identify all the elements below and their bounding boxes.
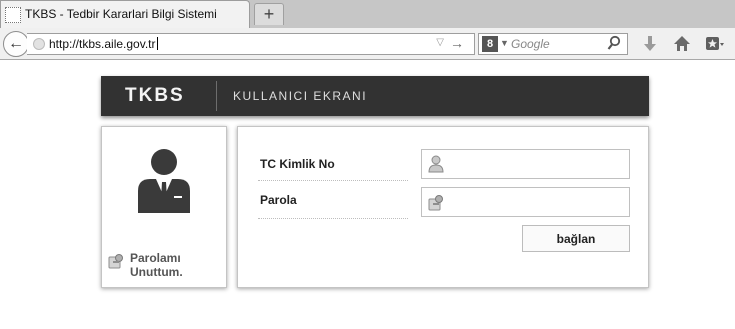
- globe-icon: [33, 38, 45, 50]
- key-icon: [428, 195, 443, 211]
- search-engine-icon[interactable]: 8: [482, 36, 498, 52]
- tc-row: TC Kimlik No: [258, 145, 408, 181]
- tc-kimlik-input[interactable]: [421, 149, 630, 179]
- screen-title: KULLANICI EKRANI: [233, 89, 368, 103]
- history-dropdown-icon[interactable]: ▽: [436, 37, 444, 48]
- go-arrow-icon[interactable]: →: [450, 35, 464, 51]
- browser-tabstrip: TKBS - Tedbir Kararlari Bilgi Sistemi +: [0, 0, 735, 29]
- password-label: Parola: [260, 193, 297, 207]
- new-tab-button[interactable]: +: [254, 3, 284, 25]
- browser-tab[interactable]: TKBS - Tedbir Kararlari Bilgi Sistemi: [0, 0, 250, 29]
- page-favicon-icon: [5, 7, 21, 23]
- tab-title: TKBS - Tedbir Kararlari Bilgi Sistemi: [25, 7, 217, 21]
- tc-kimlik-label: TC Kimlik No: [260, 157, 335, 171]
- password-row: Parola: [258, 183, 408, 219]
- back-arrow-icon: ←: [8, 35, 24, 52]
- forgot-password-text[interactable]: Parolamı Unuttum.: [130, 251, 210, 279]
- brand-logo: TKBS: [125, 85, 185, 106]
- login-panel: TC Kimlik No Parola bağlan: [237, 126, 649, 288]
- home-icon[interactable]: [672, 34, 692, 54]
- page-header: TKBS KULLANICI EKRANI: [101, 76, 649, 116]
- search-input[interactable]: Google: [511, 37, 550, 51]
- password-input[interactable]: [421, 187, 630, 217]
- text-caret: [156, 37, 158, 50]
- bookmarks-icon[interactable]: [704, 34, 724, 54]
- address-bar[interactable]: http://tkbs.aile.gov.tr ▽ →: [27, 33, 475, 55]
- back-button[interactable]: ←: [3, 31, 29, 57]
- connect-button[interactable]: bağlan: [522, 225, 630, 252]
- search-bar[interactable]: 8 ▼ Google: [478, 33, 628, 55]
- key-icon: [108, 254, 123, 269]
- download-icon[interactable]: [640, 34, 660, 54]
- header-divider: [216, 81, 217, 111]
- navigation-toolbar: ← http://tkbs.aile.gov.tr ▽ → 8 ▼ Google: [0, 28, 735, 60]
- person-icon: [428, 155, 444, 173]
- engine-dropdown-icon[interactable]: ▼: [500, 38, 509, 48]
- forgot-password-link[interactable]: Parolamı Unuttum.: [108, 251, 218, 283]
- user-panel: Parolamı Unuttum.: [101, 126, 227, 288]
- user-suit-icon: [138, 149, 190, 213]
- magnifier-icon[interactable]: [607, 35, 621, 53]
- url-text[interactable]: http://tkbs.aile.gov.tr: [49, 37, 158, 51]
